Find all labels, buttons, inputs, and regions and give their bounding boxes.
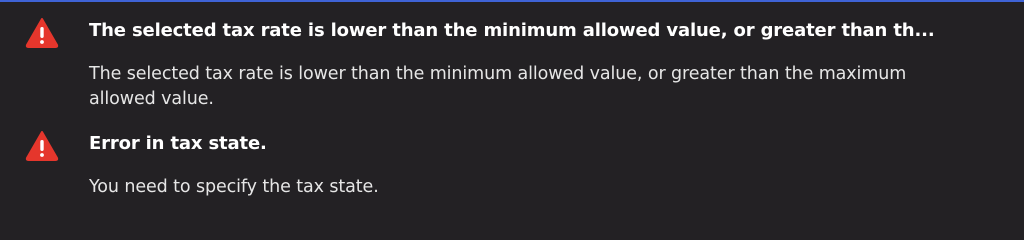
warning-exclamation-dot xyxy=(40,153,44,157)
warning-triangle-icon xyxy=(24,16,60,48)
warning-exclamation-dot xyxy=(40,40,44,44)
error-title: Error in tax state. xyxy=(89,133,267,154)
warning-exclamation-bar xyxy=(40,27,44,38)
error-message: The selected tax rate is lower than the … xyxy=(89,64,907,109)
error-message: You need to specify the tax state. xyxy=(89,177,379,197)
warning-triangle-icon xyxy=(24,129,60,161)
error-title: The selected tax rate is lower than the … xyxy=(89,20,935,41)
warning-exclamation-bar xyxy=(40,140,44,151)
error-list: The selected tax rate is lower than the … xyxy=(0,2,1024,216)
